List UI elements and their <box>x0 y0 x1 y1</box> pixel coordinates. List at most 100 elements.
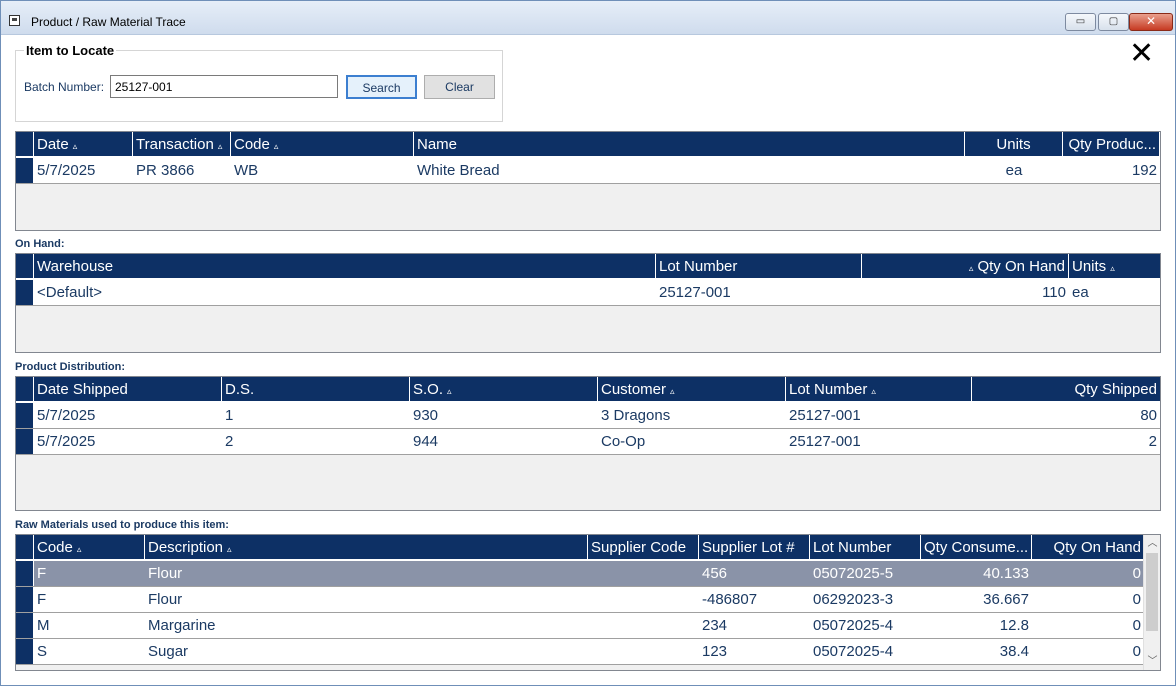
column-header-date-shipped[interactable]: Date Shipped <box>34 377 222 403</box>
cell-qty-on-hand: 0 <box>1132 643 1141 660</box>
column-header-qty-on-hand[interactable]: ▵ Qty On Hand <box>862 254 1069 280</box>
raw-materials-grid[interactable]: Code ▵ Description ▵ Supplier Code Supplie… <box>15 534 1161 671</box>
chevron-up-icon[interactable]: ︿ <box>1144 535 1160 552</box>
cell-qty-consumed: 12.8 <box>999 617 1029 634</box>
cell-supplier-code <box>588 587 699 612</box>
cell-so: 930 <box>413 407 439 424</box>
row-selector[interactable] <box>16 280 34 305</box>
column-header-transaction[interactable]: Transaction ▵ <box>133 132 231 158</box>
column-header-warehouse[interactable]: Warehouse <box>34 254 656 280</box>
column-header-code[interactable]: Code ▵ <box>34 535 145 561</box>
app-icon[interactable] <box>9 15 20 26</box>
product-distribution-label: Product Distribution: <box>15 361 125 373</box>
vertical-scrollbar[interactable]: ︿ ﹀ <box>1143 535 1160 670</box>
sort-triangle-icon: ▵ <box>217 141 223 151</box>
cell-so: 944 <box>413 433 439 450</box>
cell-description: Sugar <box>148 643 189 660</box>
cell-qty-on-hand: 110 <box>1042 284 1066 301</box>
title-bar[interactable]: Product / Raw Material Trace ▭ ▢ ✕ <box>1 1 1175 35</box>
row-selector[interactable] <box>16 587 34 612</box>
header-selector <box>16 132 34 158</box>
column-header-customer[interactable]: Customer ▵ <box>598 377 786 403</box>
batch-number-label: Batch Number: <box>24 80 105 94</box>
product-grid[interactable]: Date ▵ Transaction ▵ Code ▵ Name Units Qty … <box>15 131 1161 231</box>
row-selector[interactable] <box>16 561 34 586</box>
cell-qty-consumed: 38.4 <box>999 643 1029 660</box>
cell-supplier-code <box>588 613 699 638</box>
column-header-date[interactable]: Date ▵ <box>34 132 133 158</box>
row-selector[interactable] <box>16 639 34 664</box>
group-title: Item to Locate <box>24 43 117 58</box>
cell-date-shipped: 5/7/2025 <box>37 433 96 450</box>
table-row[interactable]: F Flour -486807 06292023-3 36.667 0 <box>16 587 1144 613</box>
table-row[interactable]: S Sugar 123 05072025-4 38.4 0 <box>16 639 1144 665</box>
search-button[interactable]: Search <box>346 75 417 99</box>
row-selector[interactable] <box>16 158 34 183</box>
column-header-description[interactable]: Description ▵ <box>145 535 588 561</box>
clear-button[interactable]: Clear <box>424 75 495 99</box>
grid-header: Warehouse Lot Number ▵ Qty On Hand Units ▵ <box>16 254 1160 280</box>
column-header-code[interactable]: Code ▵ <box>231 132 414 158</box>
cell-supplier-code <box>588 639 699 664</box>
client-area: ✕ Item to Locate Batch Number: Search Cl… <box>5 35 1171 683</box>
window-close-button[interactable]: ✕ <box>1129 13 1173 31</box>
cell-units: ea <box>1072 284 1089 301</box>
grid-header: Date ▵ Transaction ▵ Code ▵ Name Units Qty … <box>16 132 1160 158</box>
column-header-units[interactable]: Units <box>965 132 1063 158</box>
cell-qty-consumed: 36.667 <box>983 591 1029 608</box>
sort-triangle-icon: ▵ <box>968 263 974 273</box>
cell-supplier-lot: -486807 <box>702 591 758 608</box>
row-selector[interactable] <box>16 429 34 454</box>
sort-triangle-icon: ▵ <box>670 386 675 396</box>
cell-qty-consumed: 40.133 <box>983 565 1029 582</box>
chevron-down-icon[interactable]: ﹀ <box>1144 653 1160 670</box>
column-header-supplier-code[interactable]: Supplier Code <box>588 535 699 561</box>
column-header-lot-number[interactable]: Lot Number <box>656 254 862 280</box>
sort-triangle-icon: ▵ <box>273 141 279 151</box>
column-header-units[interactable]: Units ▵ <box>1069 254 1160 280</box>
cell-code: WB <box>234 162 259 179</box>
grid-header: Date Shipped D.S. S.O. ▵ Customer ▵ Lot Nu… <box>16 377 1160 403</box>
window-title: Product / Raw Material Trace <box>31 15 186 29</box>
table-row[interactable]: <Default> 25127-001 110 ea <box>16 280 1160 306</box>
column-header-ds[interactable]: D.S. <box>222 377 410 403</box>
row-selector[interactable] <box>16 403 34 428</box>
cell-qty-shipped: 80 <box>1140 407 1157 424</box>
sort-triangle-icon: ▵ <box>447 386 452 396</box>
sort-triangle-icon: ▵ <box>72 141 78 151</box>
on-hand-grid[interactable]: Warehouse Lot Number ▵ Qty On Hand Units ▵… <box>15 253 1161 353</box>
column-header-qty-shipped[interactable]: Qty Shipped <box>972 377 1160 403</box>
column-header-so[interactable]: S.O. ▵ <box>410 377 598 403</box>
column-header-lot-number[interactable]: Lot Number <box>810 535 921 561</box>
column-header-qty-consumed[interactable]: Qty Consume... <box>921 535 1032 561</box>
cell-qty-produced: 192 <box>1131 162 1157 179</box>
column-header-name[interactable]: Name <box>414 132 965 158</box>
scroll-thumb[interactable] <box>1146 553 1158 631</box>
table-row[interactable]: F Flour 456 05072025-5 40.133 0 <box>16 561 1144 587</box>
cell-date: 5/7/2025 <box>37 162 96 179</box>
cell-lot-number: 25127-001 <box>659 284 731 301</box>
cell-qty-on-hand: 0 <box>1132 565 1141 582</box>
item-to-locate-group: Item to Locate Batch Number: Search Clea… <box>15 43 503 122</box>
on-hand-label: On Hand: <box>15 238 65 250</box>
table-row[interactable]: 5/7/2025 1 930 3 Dragons 25127-001 80 <box>16 403 1160 429</box>
minimize-button[interactable]: ▭ <box>1065 13 1096 31</box>
cell-description: Flour <box>148 565 183 582</box>
column-header-qty-on-hand[interactable]: Qty On Hand <box>1032 535 1144 561</box>
cell-name: White Bread <box>417 162 500 179</box>
column-header-supplier-lot[interactable]: Supplier Lot # <box>699 535 810 561</box>
cell-supplier-lot: 456 <box>702 565 728 582</box>
cell-description: Margarine <box>148 617 216 634</box>
table-row[interactable]: 5/7/2025 2 944 Co-Op 25127-001 2 <box>16 429 1160 455</box>
maximize-button[interactable]: ▢ <box>1098 13 1129 31</box>
table-row[interactable]: M Margarine 234 05072025-4 12.8 0 <box>16 613 1144 639</box>
row-selector[interactable] <box>16 613 34 638</box>
cell-ds: 2 <box>225 433 234 450</box>
distribution-grid[interactable]: Date Shipped D.S. S.O. ▵ Customer ▵ Lot Nu… <box>15 376 1161 511</box>
table-row[interactable]: 5/7/2025 PR 3866 WB White Bread ea 192 <box>16 158 1160 184</box>
close-x-icon[interactable]: ✕ <box>1129 39 1154 69</box>
column-header-lot-number[interactable]: Lot Number ▵ <box>786 377 972 403</box>
batch-number-input[interactable] <box>110 75 338 98</box>
column-header-qty-produced[interactable]: Qty Produc... <box>1063 132 1160 158</box>
grid-header: Code ▵ Description ▵ Supplier Code Supplie… <box>16 535 1144 561</box>
